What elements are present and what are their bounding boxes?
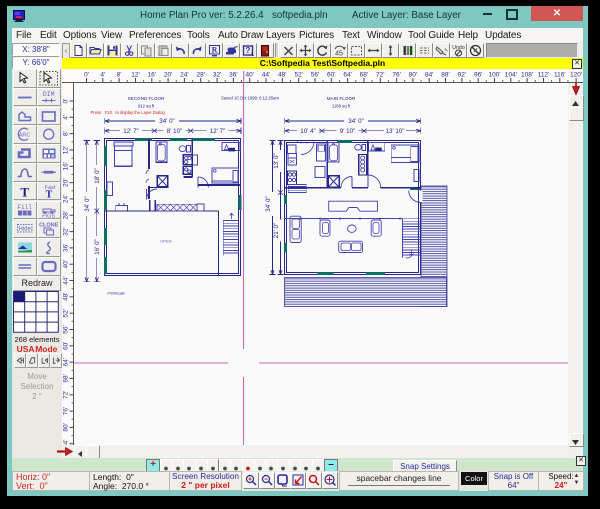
svg-text:··: ·· [373,187,376,192]
svg-text:0': 0' [84,72,89,79]
svg-text:T: T [20,184,29,199]
svg-text:··: ·· [344,187,347,192]
svg-text:10' 4": 10' 4" [300,128,315,135]
svg-text:40': 40' [63,260,70,268]
svg-text:28': 28' [196,72,204,79]
svg-text:?: ? [246,46,251,55]
svg-text:34' 0": 34' 0" [84,196,91,211]
svg-text:··: ·· [306,141,309,146]
svg-text:ARC: ARC [19,133,31,139]
svg-text:36': 36' [229,72,237,79]
svg-text:8': 8' [117,72,122,79]
svg-text:36': 36' [63,244,70,252]
svg-text:40': 40' [245,72,253,79]
svg-text:24': 24' [63,195,70,203]
svg-text:84': 84' [425,72,433,79]
svg-text:9' 10": 9' 10" [340,128,355,135]
svg-text:12': 12' [131,72,139,79]
svg-text:12' 7": 12' 7" [123,128,138,135]
svg-text:PrintScale: PrintScale [107,292,124,296]
svg-text:8' 10": 8' 10" [167,128,182,135]
svg-text:72': 72' [63,391,70,399]
svg-text:76': 76' [63,407,70,415]
svg-text:OPEN: OPEN [160,239,171,244]
svg-text:96': 96' [474,72,482,79]
svg-text:20': 20' [164,72,172,79]
svg-text:12': 12' [63,146,70,154]
svg-text:116': 116' [554,72,566,79]
svg-text:T: T [46,189,53,199]
svg-text:52': 52' [63,309,70,317]
svg-text:44': 44' [262,72,270,79]
svg-text:SECOND FLOOR: SECOND FLOOR [128,96,165,101]
svg-text:56': 56' [311,72,319,79]
svg-text:16': 16' [148,72,156,79]
svg-text:88': 88' [441,72,449,79]
svg-text:Hide: Hide [19,227,32,233]
svg-text:72': 72' [376,72,384,79]
svg-text:68': 68' [63,374,70,382]
svg-text:0': 0' [63,99,70,104]
svg-text:34' 0": 34' 0" [265,196,272,211]
svg-text:34' 0": 34' 0" [159,118,174,125]
svg-text:4': 4' [63,115,70,120]
svg-text:··: ·· [202,187,205,192]
svg-text:MAIN FLOOR: MAIN FLOOR [327,96,356,101]
svg-text:32': 32' [213,72,221,79]
svg-text:Press F10 to display the L: Press F10 to display the Layer Dialog [91,110,166,115]
svg-text:56': 56' [63,325,70,333]
svg-text:16': 16' [63,162,70,170]
svg-text:80': 80' [63,423,70,431]
svg-text:68': 68' [360,72,368,79]
svg-text:24': 24' [180,72,188,79]
svg-text:100': 100' [488,72,500,79]
svg-text:34' 0": 34' 0" [348,118,363,125]
svg-text:48': 48' [63,293,70,301]
svg-text:R: R [212,46,218,55]
svg-text:21' 0": 21' 0" [273,223,280,238]
svg-text:13' 10": 13' 10" [386,128,405,135]
svg-text:64': 64' [343,72,351,79]
svg-text:28': 28' [63,211,70,219]
svg-text:64': 64' [63,358,70,366]
svg-text:52': 52' [294,72,302,79]
svg-text:80': 80' [409,72,417,79]
svg-text:1188 sq ft: 1188 sq ft [332,104,351,109]
svg-text:18' 0": 18' 0" [94,168,101,183]
svg-text:✎: ✎ [444,48,448,54]
svg-text:Saved 16 Oct 1999: 6:12:25am: Saved 16 Oct 1999: 6:12:25am [221,96,279,101]
svg-text:12' 7": 12' 7" [210,128,225,135]
svg-text:8': 8' [63,131,70,136]
svg-text:45: 45 [335,51,343,58]
svg-text:48': 48' [278,72,286,79]
svg-text:76': 76' [392,72,400,79]
svg-text:60': 60' [63,342,70,350]
svg-text:32': 32' [63,227,70,235]
svg-text:92': 92' [458,72,466,79]
svg-text:DIM: DIM [43,91,55,98]
svg-text:13' 0": 13' 0" [273,153,280,168]
svg-text:44': 44' [63,276,70,284]
svg-text:120': 120' [570,72,582,79]
svg-text:112': 112' [538,72,550,79]
svg-text:60': 60' [327,72,335,79]
svg-text:104': 104' [505,72,517,79]
svg-text:4': 4' [100,72,105,79]
svg-text:16' 0": 16' 0" [94,239,101,254]
svg-text:108': 108' [521,72,533,79]
svg-text:FIGS: FIGS [42,213,55,218]
svg-text:Fill: Fill [17,204,32,211]
svg-text:912 sq ft: 912 sq ft [138,104,155,109]
svg-text:20': 20' [63,178,70,186]
